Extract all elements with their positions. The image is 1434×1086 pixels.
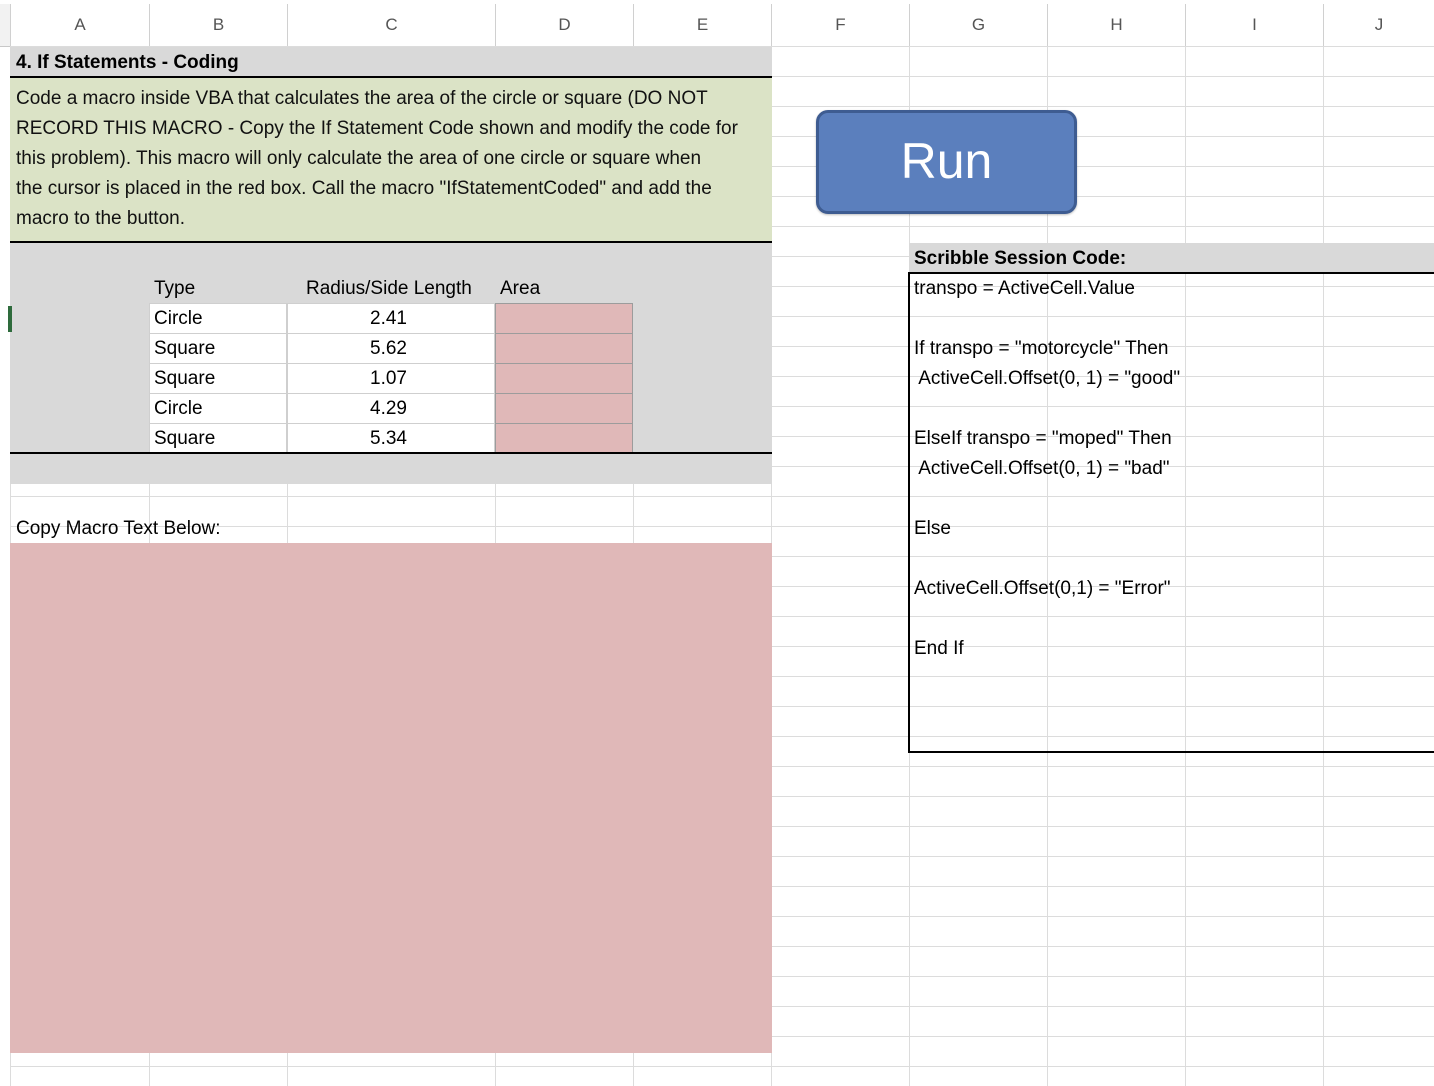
radius-value: 5.62 xyxy=(370,338,407,359)
type-value: Square xyxy=(154,368,216,389)
type-value: Circle xyxy=(154,308,203,329)
table-row[interactable]: Circle xyxy=(149,303,287,334)
column-header-f[interactable]: F xyxy=(771,4,909,46)
column-header-i[interactable]: I xyxy=(1185,4,1323,46)
type-value: Circle xyxy=(154,398,203,419)
copy-macro-label: Copy Macro Text Below: xyxy=(16,518,221,539)
table-row[interactable]: Circle xyxy=(149,393,287,424)
macro-text-area[interactable] xyxy=(10,543,772,1053)
spreadsheet: A B C D E F G H I J 4. If Statements - C… xyxy=(0,0,1434,1086)
table-row[interactable]: Square xyxy=(149,423,287,453)
description-line: this problem). This macro will only calc… xyxy=(16,148,702,169)
table-bottom-border xyxy=(10,452,772,454)
section-title: 4. If Statements - Coding xyxy=(16,52,239,73)
code-line: ActiveCell.Offset(0, 1) = "bad" xyxy=(914,458,1170,479)
area-input-cell[interactable] xyxy=(495,423,633,453)
column-header-d[interactable]: D xyxy=(495,4,633,46)
description-line: macro to the button. xyxy=(16,208,185,229)
type-value: Square xyxy=(154,338,216,359)
value-cell[interactable]: 2.41 xyxy=(287,303,495,334)
description-line: RECORD THIS MACRO - Copy the If Statemen… xyxy=(16,118,738,139)
row-selection-marker xyxy=(8,306,12,332)
header-area: Area xyxy=(500,278,541,299)
radius-value: 2.41 xyxy=(370,308,407,329)
column-header-e[interactable]: E xyxy=(633,4,771,46)
area-input-cell[interactable] xyxy=(495,333,633,364)
code-line: ActiveCell.Offset(0, 1) = "good" xyxy=(914,368,1181,389)
column-header-row: A B C D E F G H I J xyxy=(0,0,1434,47)
code-line: transpo = ActiveCell.Value xyxy=(914,278,1135,299)
type-value: Square xyxy=(154,428,216,449)
row-gridline xyxy=(10,1066,1434,1067)
column-header-j[interactable]: J xyxy=(1323,4,1434,46)
column-header-a[interactable]: A xyxy=(10,4,149,46)
radius-value: 4.29 xyxy=(370,398,407,419)
area-input-cell[interactable] xyxy=(495,393,633,424)
description-text: Code a macro inside VBA that calculates … xyxy=(16,84,768,234)
table-top-band xyxy=(10,243,772,273)
table-bottom-band xyxy=(10,453,772,484)
column-header-b[interactable]: B xyxy=(149,4,287,46)
radius-value: 5.34 xyxy=(370,428,407,449)
column-header-c[interactable]: C xyxy=(287,4,495,46)
area-input-cell[interactable] xyxy=(495,303,633,334)
run-button[interactable]: Run xyxy=(816,110,1077,214)
code-line: End If xyxy=(914,638,964,659)
code-line: If transpo = "motorcycle" Then xyxy=(914,338,1169,359)
column-header-g[interactable]: G xyxy=(909,4,1047,46)
header-type: Type xyxy=(154,278,196,299)
table-row[interactable]: Square xyxy=(149,363,287,394)
area-input-cell[interactable] xyxy=(495,363,633,394)
radius-value: 1.07 xyxy=(370,368,407,389)
description-line: Code a macro inside VBA that calculates … xyxy=(16,88,708,109)
value-cell[interactable]: 5.62 xyxy=(287,333,495,364)
code-line: ActiveCell.Offset(0,1) = "Error" xyxy=(914,578,1171,599)
description-line: the cursor is placed in the red box. Cal… xyxy=(16,178,712,199)
table-row[interactable]: Square xyxy=(149,333,287,364)
value-cell[interactable]: 4.29 xyxy=(287,393,495,424)
scribble-title: Scribble Session Code: xyxy=(914,248,1127,269)
code-line: Else xyxy=(914,518,951,539)
code-line: ElseIf transpo = "moped" Then xyxy=(914,428,1172,449)
value-cell[interactable]: 5.34 xyxy=(287,423,495,453)
header-radius: Radius/Side Length xyxy=(306,278,472,299)
value-cell[interactable]: 1.07 xyxy=(287,363,495,394)
column-header-h[interactable]: H xyxy=(1047,4,1185,46)
